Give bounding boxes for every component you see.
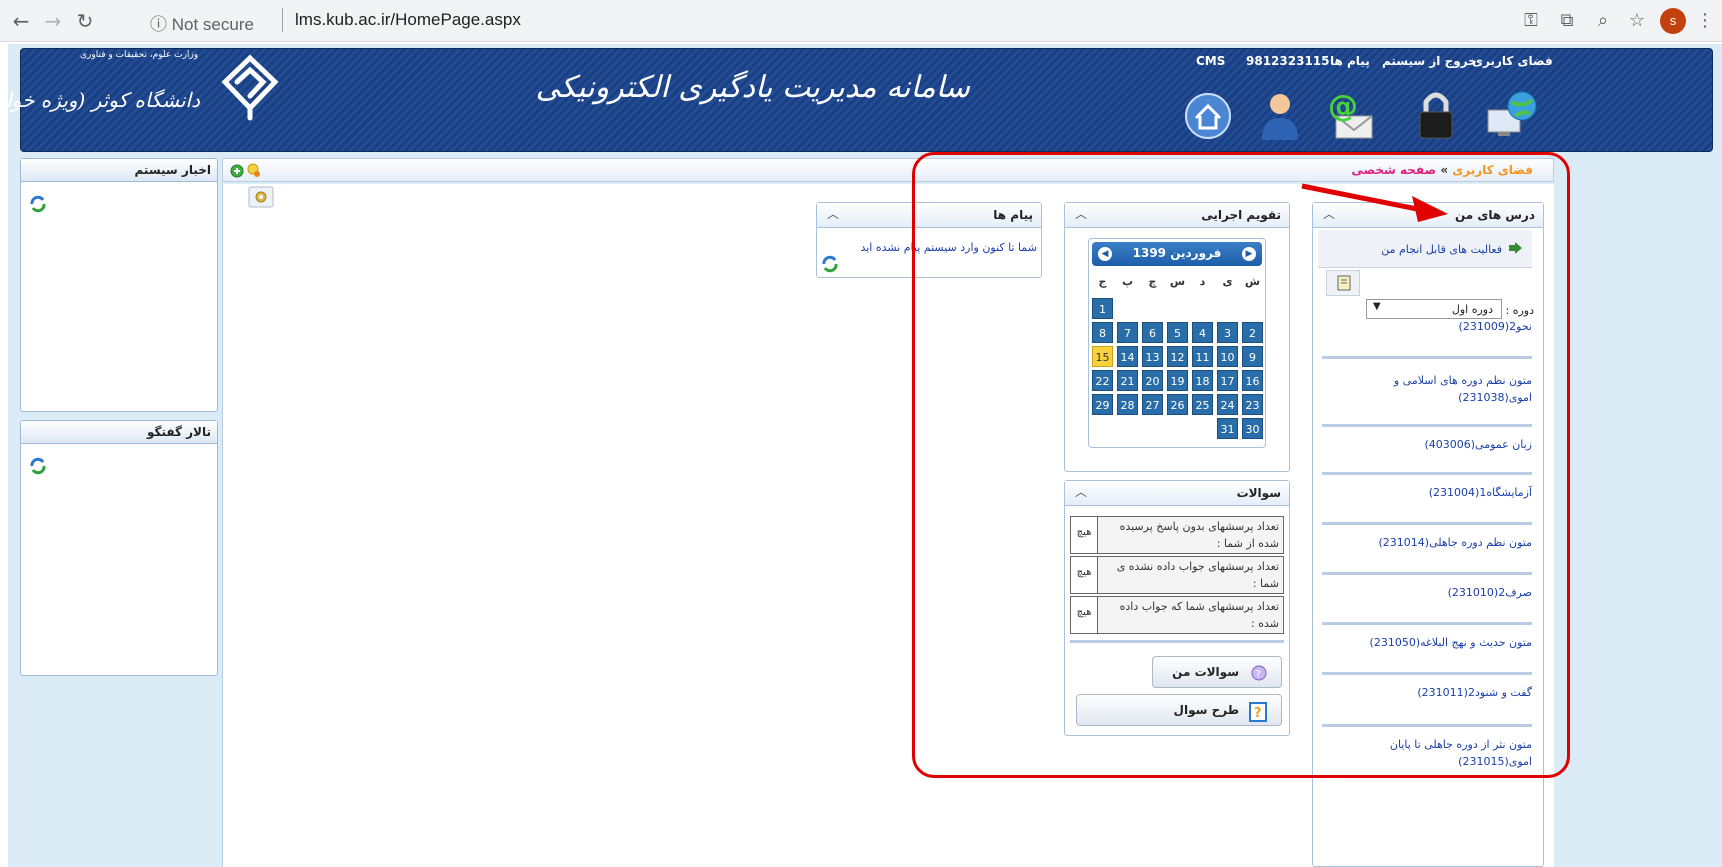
ministry-text: وزارت علوم، تحقیقات و فناوری	[80, 50, 199, 60]
messages-link[interactable]: پیام ها	[1330, 54, 1370, 68]
settings-gear-icon[interactable]	[248, 186, 274, 208]
cms-link[interactable]: CMS	[1196, 54, 1225, 68]
user-space-link[interactable]: فضای کاربری	[1472, 54, 1553, 68]
home-icon[interactable]	[1180, 86, 1236, 142]
highlight-arrow-icon	[1301, 183, 1448, 222]
refresh-icon[interactable]	[821, 255, 839, 273]
system-title: سامانه مدیریت یادگیری الکترونیکی	[535, 70, 970, 105]
email-icon[interactable]: @	[1322, 86, 1378, 142]
lock-icon[interactable]	[1408, 86, 1464, 142]
add-portlet-icon[interactable]	[229, 162, 265, 180]
menu-icon[interactable]: ⋮	[1694, 10, 1716, 32]
translate-icon[interactable]: ⧉	[1556, 10, 1578, 32]
university-name: دانشگاه کوثر (ویژه خواهران)	[0, 88, 200, 112]
forward-arrow-icon[interactable]: →	[40, 8, 66, 34]
url-text: lms.kub.ac.ir/HomePage.aspx	[295, 10, 521, 29]
reload-icon[interactable]: ↻	[72, 8, 98, 34]
user-profile-icon[interactable]	[1252, 86, 1308, 142]
system-news-title: اخبار سیستم	[21, 159, 217, 182]
security-indicator[interactable]: ⓘ Not secure	[150, 10, 254, 35]
refresh-icon[interactable]	[29, 457, 47, 475]
network-globe-icon[interactable]	[1484, 86, 1540, 142]
highlight-frame	[912, 152, 1570, 778]
university-logo-icon	[221, 54, 279, 121]
key-icon[interactable]: ⚿	[1520, 10, 1542, 32]
refresh-icon[interactable]	[29, 195, 47, 213]
forum-box: تالار گفتگو	[20, 420, 218, 676]
bookmark-star-icon[interactable]: ☆	[1626, 10, 1648, 32]
back-arrow-icon[interactable]: ←	[8, 8, 34, 34]
user-id-text: 9812323115	[1246, 54, 1330, 68]
collapse-chevron-icon[interactable]: ︿	[827, 205, 839, 222]
system-news-box: اخبار سیستم	[20, 158, 218, 412]
address-bar[interactable]: ⓘ Not secure lms.kub.ac.ir/HomePage.aspx	[150, 6, 1370, 36]
zoom-icon[interactable]: ⌕	[1592, 10, 1614, 32]
svg-text:@: @	[1328, 89, 1358, 124]
logout-link[interactable]: خروج از سیستم	[1382, 54, 1477, 68]
profile-avatar[interactable]: s	[1660, 8, 1686, 34]
forum-title: تالار گفتگو	[21, 421, 217, 444]
